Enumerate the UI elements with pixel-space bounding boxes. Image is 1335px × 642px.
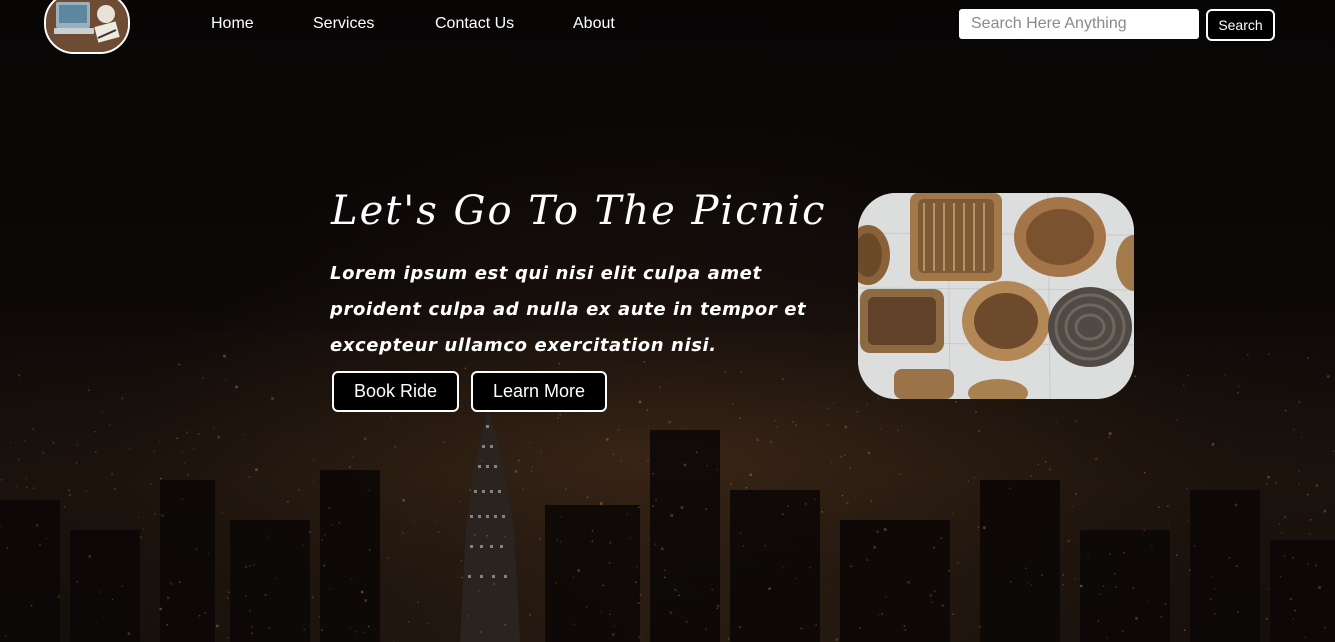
search-input[interactable] [959,9,1199,39]
nav-link-home[interactable]: Home [211,15,254,33]
nav-link-contact-us[interactable]: Contact Us [435,15,514,33]
city-lights-background [0,330,1335,642]
desk-laptop-logo-icon [46,0,128,52]
hero-image [858,193,1134,399]
logo[interactable] [44,0,130,54]
navbar: Home Services Contact Us About Search [0,0,1335,54]
learn-more-button[interactable]: Learn More [471,371,607,412]
hero-description: Lorem ipsum est qui nisi elit culpa amet… [330,263,807,356]
page: Home Services Contact Us About Search Le… [0,0,1335,642]
nav-link-services[interactable]: Services [313,15,374,33]
wicker-baskets-image [858,193,1134,399]
nav-link-about[interactable]: About [573,15,615,33]
search-button[interactable]: Search [1206,9,1275,41]
book-ride-button[interactable]: Book Ride [332,371,459,412]
hero-title: Let's Go To The Picnic [331,188,827,234]
